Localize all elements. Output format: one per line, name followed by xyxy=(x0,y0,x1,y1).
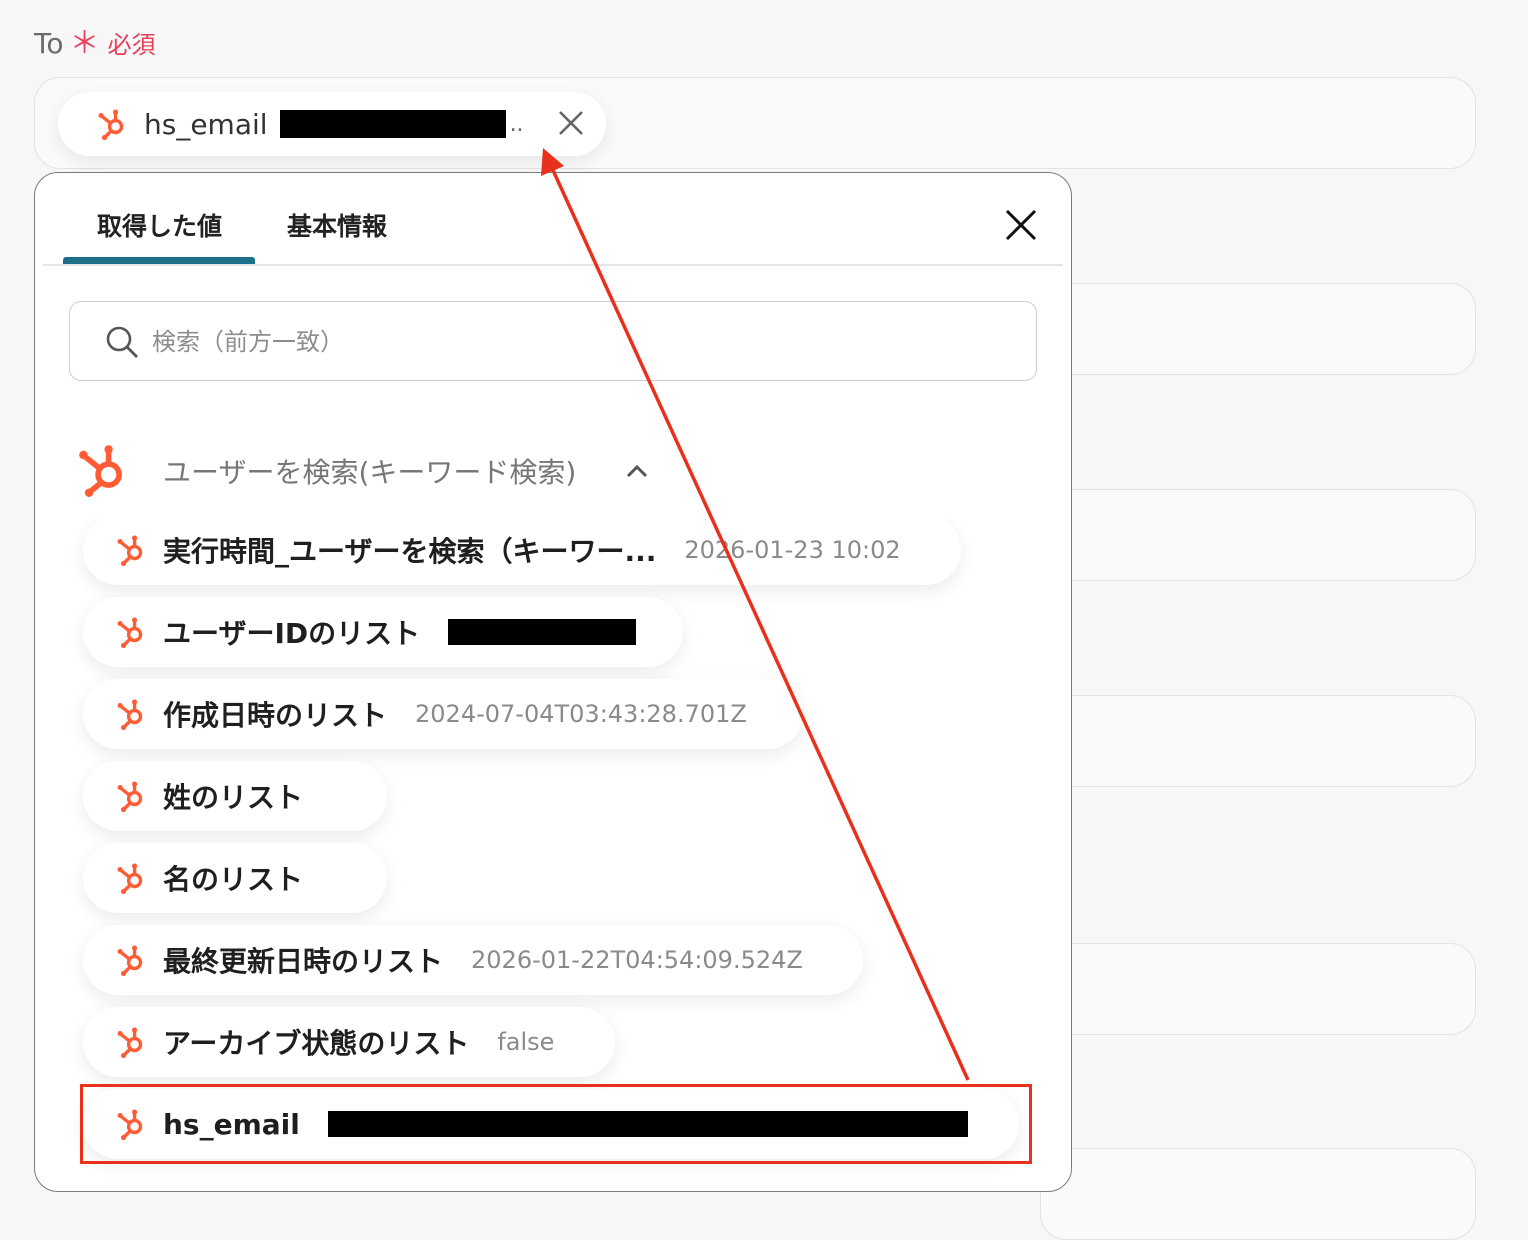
hubspot-icon xyxy=(117,617,143,649)
value-list: 実行時間_ユーザーを検索（キーワー... 2026-01-23 10:02 ユー… xyxy=(35,519,1071,1191)
list-item[interactable]: ユーザーIDのリスト xyxy=(83,597,683,667)
hubspot-icon xyxy=(117,1027,143,1059)
hubspot-icon xyxy=(117,1109,143,1141)
tab-obtained-values[interactable]: 取得した値 xyxy=(97,207,222,243)
item-name: 名のリスト xyxy=(163,863,304,896)
redacted-value xyxy=(448,619,637,645)
hubspot-icon xyxy=(117,781,143,813)
form-field-bg[interactable] xyxy=(1040,1148,1476,1240)
form-field-bg[interactable] xyxy=(1040,695,1476,787)
item-value: false xyxy=(497,1028,555,1056)
search-icon xyxy=(106,326,138,358)
item-name: hs_email xyxy=(163,1107,300,1141)
form-field-bg[interactable] xyxy=(1040,943,1476,1035)
item-name: アーカイブ状態のリスト xyxy=(163,1027,470,1060)
list-item[interactable]: 姓のリスト xyxy=(83,761,387,831)
list-item[interactable]: 名のリスト xyxy=(83,843,387,913)
value-picker-panel: 取得した値 基本情報 ユーザーを検索(キーワード検索) xyxy=(34,172,1072,1192)
tab-basic-info[interactable]: 基本情報 xyxy=(287,207,387,243)
hubspot-icon xyxy=(117,535,143,567)
close-icon[interactable] xyxy=(1001,205,1041,245)
redacted-value xyxy=(327,1111,968,1137)
hubspot-icon xyxy=(117,863,143,895)
hubspot-icon xyxy=(98,109,124,141)
item-name: 作成日時のリスト xyxy=(163,699,388,732)
required-text: 必須 xyxy=(107,31,156,59)
hubspot-icon xyxy=(117,699,143,731)
close-icon[interactable] xyxy=(554,106,588,140)
list-item[interactable]: 作成日時のリスト 2024-07-04T03:43:28.701Z xyxy=(83,679,803,749)
group-title: ユーザーを検索(キーワード検索) xyxy=(163,456,577,489)
item-value: 2026-01-23 10:02 xyxy=(684,536,901,564)
group-header[interactable]: ユーザーを検索(キーワード検索) xyxy=(75,441,695,501)
field-label: To ＊必須 xyxy=(34,18,155,62)
item-name: 実行時間_ユーザーを検索（キーワー... xyxy=(163,535,657,568)
item-value: 2024-07-04T03:43:28.701Z xyxy=(415,700,747,728)
chip-name: hs_email xyxy=(144,107,268,141)
list-item[interactable]: アーカイブ状態のリスト false xyxy=(83,1007,615,1077)
tab-divider xyxy=(43,264,1063,266)
selected-value-chip[interactable]: hs_email .. xyxy=(58,92,606,156)
hubspot-icon xyxy=(79,445,122,497)
redacted-value xyxy=(279,110,506,138)
active-tab-indicator xyxy=(63,257,255,264)
list-item[interactable]: 最終更新日時のリスト 2026-01-22T04:54:09.524Z xyxy=(83,925,863,995)
list-item[interactable]: hs_email xyxy=(83,1089,1019,1159)
item-name: 最終更新日時のリスト xyxy=(163,945,444,978)
form-field-bg[interactable] xyxy=(1040,489,1476,581)
chevron-up-icon[interactable] xyxy=(623,457,651,485)
field-label-text: To xyxy=(34,27,64,60)
item-name: ユーザーIDのリスト xyxy=(163,617,421,650)
item-name: 姓のリスト xyxy=(163,781,304,814)
form-field-bg[interactable] xyxy=(1040,283,1476,375)
search-input[interactable] xyxy=(150,320,974,364)
chip-truncation: .. xyxy=(509,111,524,137)
list-item[interactable]: 実行時間_ユーザーを検索（キーワー... 2026-01-23 10:02 xyxy=(83,519,961,585)
required-star: ＊ xyxy=(69,26,100,61)
hubspot-icon xyxy=(117,945,143,977)
search-box xyxy=(69,301,1037,381)
item-value: 2026-01-22T04:54:09.524Z xyxy=(471,946,803,974)
